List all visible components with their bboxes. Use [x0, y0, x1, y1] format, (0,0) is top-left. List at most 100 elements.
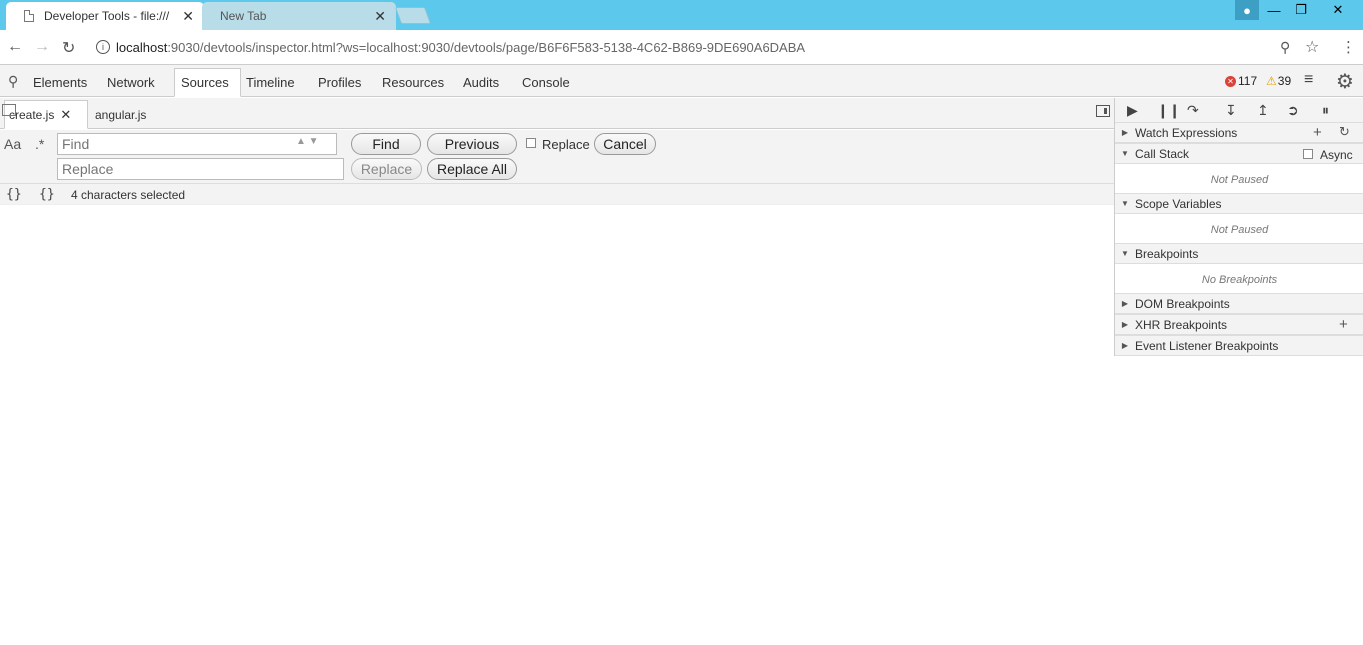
forward-arrow-icon[interactable]: → [34, 38, 50, 56]
step-out-icon[interactable]: ↥ [1257, 102, 1269, 119]
url-path: :9030/devtools/inspector.html?ws=localho… [167, 39, 806, 55]
restore-icon[interactable]: ❐ [1289, 0, 1313, 20]
file-tab-create-js[interactable]: create.js ✕ [4, 100, 88, 129]
error-icon: ✕ [1225, 75, 1236, 87]
resume-icon[interactable]: ▶ [1127, 102, 1138, 119]
debugger-sidebar: ▶ ❙❙ ↷ ↧ ↥ ➲ ⏸ ▶ Watch Expressions + ↻ ▼… [1114, 98, 1363, 356]
new-tab-button[interactable] [394, 7, 432, 24]
error-count[interactable]: ✕ 117 [1225, 74, 1257, 88]
tab-audits[interactable]: Audits [457, 68, 505, 97]
browser-tab-devtools[interactable]: Developer Tools - file:/// ✕ [6, 2, 204, 30]
navigator-toggle-icon[interactable] [2, 104, 16, 116]
call-stack-header[interactable]: ▼ Call Stack Async [1115, 143, 1363, 164]
expand-triangle-icon: ▶ [1121, 299, 1129, 308]
close-tab-icon[interactable]: ✕ [182, 8, 194, 25]
warning-icon: ⚠ [1266, 74, 1277, 88]
back-arrow-icon[interactable]: ← [7, 38, 23, 56]
tab-title: New Tab [220, 9, 267, 23]
warning-count[interactable]: ⚠ 39 [1266, 74, 1291, 88]
browser-menu-icon[interactable]: ⋮ [1341, 38, 1356, 56]
tab-network[interactable]: Network [101, 68, 161, 97]
add-xhr-breakpoint-icon[interactable]: + [1339, 316, 1348, 333]
replace-button[interactable]: Replace [351, 158, 422, 180]
section-title: Watch Expressions [1135, 125, 1238, 140]
step-over-icon[interactable]: ↷ [1187, 102, 1199, 119]
sidebar-toggle-icon[interactable] [1096, 105, 1110, 117]
regex-toggle[interactable]: .* [35, 136, 44, 152]
browser-tab-new[interactable]: New Tab ✕ [202, 2, 396, 30]
section-title: DOM Breakpoints [1135, 296, 1230, 311]
find-nav-arrows-icon[interactable]: ▲ ▼ [296, 136, 319, 147]
omnibox[interactable]: i localhost:9030/devtools/inspector.html… [90, 34, 1328, 60]
refresh-icon[interactable]: ↻ [1339, 124, 1350, 140]
devtools-toolbar: ⚲ Elements Network Sources Timeline Prof… [0, 65, 1363, 97]
find-button[interactable]: Find [351, 133, 421, 155]
info-icon[interactable]: i [96, 40, 110, 54]
expand-triangle-icon: ▶ [1121, 128, 1129, 137]
user-icon[interactable]: ● [1235, 0, 1259, 20]
add-watch-icon[interactable]: + [1313, 124, 1322, 141]
warning-count-text: 39 [1277, 74, 1292, 88]
zoom-icon[interactable]: ⚲ [1280, 39, 1290, 56]
tab-sources[interactable]: Sources [174, 68, 241, 97]
close-tab-icon[interactable]: ✕ [374, 8, 386, 25]
editor-tabs: create.js ✕ angular.js [0, 98, 1114, 129]
section-title: Breakpoints [1135, 246, 1199, 261]
tab-console[interactable]: Console [516, 68, 576, 97]
bookmark-star-icon[interactable]: ☆ [1305, 37, 1319, 57]
find-replace-bar: Aa .* ▲ ▼ Find Previous Replace Cancel R… [0, 130, 1114, 184]
previous-button[interactable]: Previous [427, 133, 517, 155]
scope-variables-body: Not Paused [1115, 215, 1363, 244]
step-into-icon[interactable]: ↧ [1225, 102, 1237, 119]
tab-timeline[interactable]: Timeline [240, 68, 301, 97]
replace-input[interactable] [57, 158, 344, 180]
file-tab-angular-js[interactable]: angular.js [95, 100, 146, 129]
collapse-triangle-icon: ▼ [1121, 249, 1129, 258]
replace-checkbox[interactable] [526, 138, 536, 148]
section-title: Scope Variables [1135, 196, 1222, 211]
reload-icon[interactable]: ↻ [62, 38, 75, 58]
breakpoints-body: No Breakpoints [1115, 265, 1363, 294]
tab-resources[interactable]: Resources [376, 68, 450, 97]
pretty-print-icon[interactable]: {} [6, 187, 22, 202]
console-drawer-icon[interactable]: ≡ [1304, 71, 1313, 89]
expand-triangle-icon: ▶ [1121, 320, 1129, 329]
minimize-icon[interactable]: — [1262, 0, 1286, 20]
find-input[interactable] [57, 133, 337, 155]
inspect-search-icon[interactable]: ⚲ [8, 73, 18, 90]
section-title: Event Listener Breakpoints [1135, 338, 1279, 353]
file-tab-label: angular.js [95, 107, 147, 122]
case-sensitive-toggle[interactable]: Aa [4, 136, 21, 152]
expand-triangle-icon: ▶ [1121, 341, 1129, 350]
cancel-button[interactable]: Cancel [594, 133, 656, 155]
editor-status-bar: {} {} 4 characters selected [0, 184, 1114, 205]
replace-all-button[interactable]: Replace All [427, 158, 517, 180]
async-checkbox[interactable] [1303, 149, 1313, 159]
section-title: XHR Breakpoints [1135, 317, 1228, 332]
debugger-toolbar: ▶ ❙❙ ↷ ↧ ↥ ➲ ⏸ [1115, 98, 1363, 124]
pause-icon[interactable]: ❙❙ [1157, 102, 1180, 119]
breakpoints-header[interactable]: ▼ Breakpoints [1115, 243, 1363, 264]
page-icon [24, 10, 34, 22]
scope-variables-header[interactable]: ▼ Scope Variables [1115, 193, 1363, 214]
deactivate-breakpoints-icon[interactable]: ➲ [1287, 102, 1299, 119]
event-listener-breakpoints-header[interactable]: ▶ Event Listener Breakpoints [1115, 335, 1363, 356]
tab-elements[interactable]: Elements [27, 68, 93, 97]
call-stack-body: Not Paused [1115, 165, 1363, 194]
collapse-triangle-icon: ▼ [1121, 149, 1129, 158]
close-window-icon[interactable]: ✕ [1316, 0, 1360, 20]
address-bar-row: ← → ↻ i localhost:9030/devtools/inspecto… [0, 30, 1363, 65]
section-title: Call Stack [1135, 146, 1190, 161]
dom-breakpoints-header[interactable]: ▶ DOM Breakpoints [1115, 293, 1363, 314]
watch-expressions-header[interactable]: ▶ Watch Expressions + ↻ [1115, 122, 1363, 143]
close-icon[interactable]: ✕ [60, 107, 71, 123]
format-icon[interactable]: {} [39, 187, 55, 202]
xhr-breakpoints-header[interactable]: ▶ XHR Breakpoints + [1115, 314, 1363, 335]
tab-title: Developer Tools - file:/// [44, 9, 170, 23]
tab-profiles[interactable]: Profiles [312, 68, 367, 97]
url-host: localhost [116, 39, 168, 55]
pause-on-exceptions-icon[interactable]: ⏸ [1322, 102, 1329, 119]
gear-icon[interactable]: ⚙ [1336, 69, 1354, 94]
selection-status: 4 characters selected [71, 188, 186, 202]
async-label: Async [1320, 148, 1353, 162]
